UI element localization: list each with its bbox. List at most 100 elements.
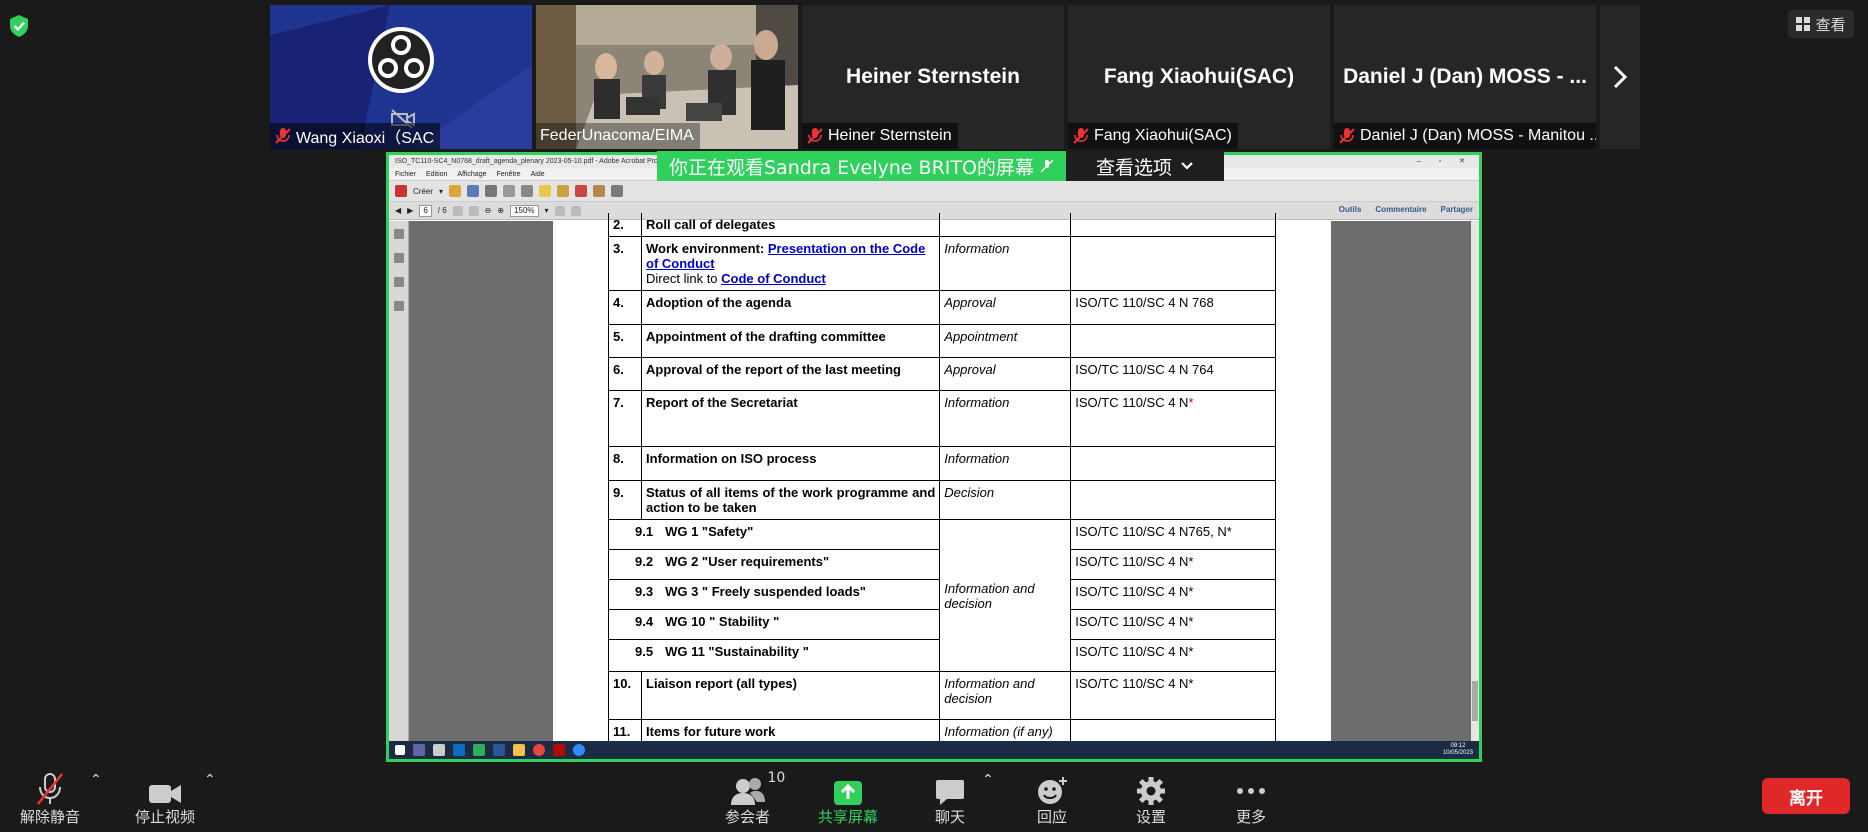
signatures-panel-icon[interactable]: [394, 301, 404, 311]
chevron-down-icon: [1181, 162, 1193, 170]
more-button[interactable]: 更多: [1236, 768, 1266, 827]
participants-button[interactable]: 10 参会者: [725, 768, 785, 827]
menu-edition[interactable]: Edition: [426, 171, 447, 178]
item-number: 6.: [607, 357, 642, 391]
view-label: 查看: [1815, 15, 1846, 34]
chrome-icon[interactable]: [533, 744, 545, 756]
item-doc: ISO/TC 110/SC 4 N 764: [1070, 357, 1276, 391]
chat-options-caret-icon[interactable]: ⌃: [982, 772, 994, 788]
participant-tile[interactable]: Heiner Sternstein Heiner Sternstein: [802, 5, 1064, 149]
fit-width-icon[interactable]: [570, 205, 581, 216]
video-camera-icon: [149, 785, 181, 803]
participant-name: Fang Xiaohui(SAC): [1094, 127, 1232, 144]
item-doc: ISO/TC 110/SC 4 N*: [1070, 579, 1276, 610]
participant-tile-active[interactable]: FederUnacoma/EIMA: [536, 5, 798, 149]
item-doc: ISO/TC 110/SC 4 N*: [1070, 639, 1276, 672]
zoom-level-input[interactable]: 150%: [510, 204, 539, 217]
prev-page-icon[interactable]: ◀: [395, 206, 401, 215]
taskview-icon[interactable]: [433, 744, 445, 756]
settings-button[interactable]: 设置: [1136, 768, 1166, 827]
item-type: Approval: [939, 357, 1071, 391]
video-options-caret-icon[interactable]: ⌃: [204, 772, 216, 788]
email-icon[interactable]: [503, 185, 516, 197]
item-doc: [1070, 236, 1276, 291]
code-of-conduct-link[interactable]: Code of Conduct: [721, 271, 826, 286]
mic-muted-icon: [37, 773, 63, 805]
menu-fichier[interactable]: Fichier: [395, 171, 416, 178]
unmute-button[interactable]: 解除静音: [20, 768, 80, 827]
stamp-icon[interactable]: [557, 185, 570, 197]
comment-link[interactable]: Commentaire: [1375, 205, 1426, 214]
view-button[interactable]: 查看: [1788, 10, 1854, 38]
zoom-app-icon[interactable]: [573, 744, 585, 756]
chat-button[interactable]: 聊天: [935, 768, 965, 827]
participant-tile[interactable]: Fang Xiaohui(SAC) Fang Xiaohui(SAC): [1068, 5, 1330, 149]
zoom-out-icon[interactable]: ⊖: [485, 206, 492, 215]
view-options-button[interactable]: 查看选项: [1065, 151, 1224, 181]
save-icon[interactable]: [467, 185, 480, 197]
zoom-in-icon[interactable]: ⊕: [497, 206, 504, 215]
comment-icon[interactable]: [539, 185, 552, 197]
share-link[interactable]: Partager: [1441, 205, 1473, 214]
item-number: 10.: [607, 671, 642, 720]
screen-share-banner: 你正在观看Sandra Evelyne BRITO的屏幕 查看选项: [657, 151, 1224, 181]
gallery-next-button[interactable]: [1600, 5, 1640, 149]
export-icon[interactable]: [611, 185, 624, 197]
participant-tile[interactable]: Daniel J (Dan) MOSS - ... Daniel J (Dan)…: [1334, 5, 1596, 149]
leave-meeting-button[interactable]: 离开: [1762, 778, 1850, 814]
participants-label: 参会者: [725, 808, 771, 826]
hand-tool-icon[interactable]: [468, 205, 479, 216]
participant-name: FederUnacoma/EIMA: [540, 127, 694, 144]
select-tool-icon[interactable]: [452, 205, 463, 216]
menu-affichage[interactable]: Affichage: [457, 171, 486, 178]
print-icon[interactable]: [485, 185, 498, 197]
menu-fenetre[interactable]: Fenêtre: [496, 171, 520, 178]
smiley-plus-icon: [1038, 777, 1067, 804]
pdf-page: 2. Roll call of delegates 3. Work enviro…: [553, 213, 1331, 750]
menu-aide[interactable]: Aide: [531, 171, 545, 178]
stop-video-button[interactable]: 停止视频: [135, 768, 195, 827]
sign-icon[interactable]: [575, 185, 588, 197]
audio-options-caret-icon[interactable]: ⌃: [90, 772, 102, 788]
document-scrollbar[interactable]: [1471, 221, 1479, 744]
window-controls[interactable]: – ▫ ✕: [1417, 155, 1473, 168]
teams-icon[interactable]: [413, 744, 425, 756]
item-title: Liaison report (all types): [641, 671, 940, 720]
sub-items-type: Information and decision: [939, 519, 1071, 672]
edge-icon[interactable]: [473, 744, 485, 756]
table-row: 9.1 WG 1 "Safety" Information and decisio…: [607, 519, 1276, 672]
settings-label: 设置: [1136, 808, 1167, 826]
attachments-panel-icon[interactable]: [394, 277, 404, 287]
table-row: 7. Report of the Secretariat Information…: [607, 390, 1276, 447]
navigation-panel: [389, 221, 409, 744]
grid-view-icon: [1796, 17, 1811, 31]
item-number: 9.: [607, 480, 642, 520]
word-icon[interactable]: [493, 744, 505, 756]
react-button[interactable]: 回应: [1036, 768, 1068, 827]
fit-page-icon[interactable]: [554, 205, 565, 216]
share-screen-button[interactable]: 共享屏幕: [818, 768, 878, 827]
participant-tile[interactable]: Wang Xiaoxi（SAC: [270, 5, 532, 149]
bookmarks-panel-icon[interactable]: [394, 253, 404, 263]
outlook-icon[interactable]: [453, 744, 465, 756]
zoom-dropdown-icon[interactable]: ▾: [545, 206, 549, 215]
item-doc: ISO/TC 110/SC 4 N765, N*: [1070, 519, 1276, 550]
mic-muted-icon: [1073, 128, 1089, 144]
next-page-icon[interactable]: ▶: [407, 206, 413, 215]
security-shield-icon[interactable]: [8, 14, 30, 38]
tools-link[interactable]: Outils: [1339, 205, 1362, 214]
start-icon[interactable]: [395, 745, 405, 755]
more-label: 更多: [1236, 808, 1267, 826]
pages-panel-icon[interactable]: [394, 229, 404, 239]
windows-taskbar: 09:12 10/05/2023: [389, 741, 1479, 759]
explorer-icon[interactable]: [513, 744, 525, 756]
item-doc: [1070, 324, 1276, 358]
open-folder-icon[interactable]: [449, 185, 462, 197]
acrobat-icon[interactable]: [553, 744, 565, 756]
page-number-input[interactable]: 6: [419, 204, 432, 217]
create-button[interactable]: Créer: [413, 187, 433, 196]
settings-icon[interactable]: [521, 185, 534, 197]
share-doc-icon[interactable]: [593, 185, 606, 197]
item-doc: ISO/TC 110/SC 4 N*: [1070, 549, 1276, 580]
scrollbar-thumb[interactable]: [1472, 681, 1478, 721]
